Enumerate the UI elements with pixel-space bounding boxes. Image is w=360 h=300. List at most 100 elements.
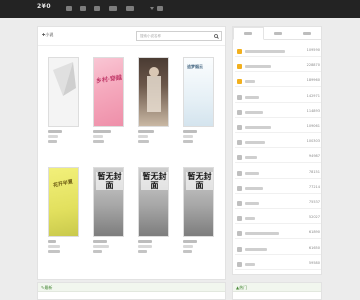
list-item[interactable]: 52027 [235, 214, 321, 225]
rank-book-name[interactable] [245, 156, 257, 160]
list-item[interactable]: 78151 [235, 169, 321, 179]
list-item[interactable]: 94987 [235, 153, 321, 164]
list-item[interactable]: 77214 [235, 184, 321, 194]
rank-book-name[interactable] [245, 95, 259, 99]
tab-label [302, 31, 311, 35]
list-item[interactable]: 109061 [235, 123, 321, 133]
rank-book-name[interactable] [245, 171, 259, 175]
rank-count: 94987 [308, 154, 320, 159]
rank-count: 189960 [306, 78, 320, 83]
book-title[interactable] [183, 130, 197, 133]
nav-item-4[interactable] [109, 6, 117, 11]
list-item[interactable]: 109590 [235, 47, 321, 57]
rank-book-name[interactable] [245, 186, 263, 190]
book-title[interactable] [138, 130, 154, 133]
list-item[interactable]: 228870 [235, 62, 321, 73]
nav-item-2[interactable] [80, 6, 86, 11]
tab-rank[interactable] [233, 27, 264, 40]
rank-count: 77214 [308, 184, 320, 189]
rank-count: 100303 [306, 139, 320, 144]
rank-book-name[interactable] [245, 247, 267, 251]
book-card[interactable] [138, 57, 178, 143]
chevron-down-icon [150, 7, 154, 10]
tab-favorites[interactable] [292, 27, 321, 39]
book-cover[interactable] [48, 57, 79, 127]
book-title[interactable] [183, 240, 197, 243]
cover-title: 乡村·穿越 [95, 74, 123, 85]
nav-item-1[interactable] [66, 6, 72, 11]
latest-panel-header: ✎最新 [38, 283, 225, 292]
book-cover[interactable] [138, 57, 169, 127]
book-title[interactable] [48, 240, 56, 243]
book-title[interactable] [48, 130, 62, 133]
book-card[interactable]: 花开半夏 [48, 167, 88, 253]
book-cover[interactable]: 暂无封面 [183, 167, 214, 237]
site-logo[interactable]: 2¥0 [37, 3, 51, 10]
book-meta [93, 250, 102, 253]
book-author [48, 135, 58, 138]
list-item[interactable]: 100303 [235, 138, 321, 149]
rank-badge [237, 216, 242, 222]
tab-label [244, 32, 253, 35]
list-item[interactable]: 189960 [235, 77, 321, 88]
list-item[interactable]: 61890 [235, 229, 321, 240]
rank-count: 114893 [306, 108, 320, 113]
tab-label [274, 31, 282, 35]
list-item[interactable]: 61650 [235, 245, 321, 255]
book-meta [138, 140, 149, 143]
book-meta [138, 250, 147, 253]
rank-book-name[interactable] [245, 50, 285, 53]
book-title[interactable] [138, 240, 152, 243]
rank-count: 61650 [308, 245, 320, 250]
rank-badge [237, 246, 242, 252]
book-cover[interactable]: 暂无封面 [138, 167, 169, 237]
latest-panel-title: ✎最新 [41, 285, 53, 290]
search-button[interactable] [211, 32, 221, 40]
list-item[interactable]: 75537 [235, 199, 321, 209]
book-card[interactable]: 暂无封面 [138, 167, 178, 253]
book-card[interactable]: 乡村·穿越 [93, 57, 133, 143]
book-cover[interactable]: 乡村·穿越 [93, 57, 124, 127]
nav-item-6[interactable] [157, 6, 163, 11]
rank-book-name[interactable] [245, 217, 255, 221]
rank-count: 75537 [308, 200, 320, 204]
book-meta [93, 140, 104, 143]
rank-book-name[interactable] [245, 202, 259, 205]
search-input[interactable]: 搜索小说名称 [140, 34, 161, 39]
tab-popular[interactable] [264, 27, 293, 39]
nav-item-5[interactable] [126, 6, 134, 11]
rank-count: 142971 [306, 93, 320, 98]
rank-book-name[interactable] [245, 65, 271, 69]
book-title[interactable] [93, 240, 107, 243]
book-title[interactable] [93, 130, 111, 133]
rank-book-name[interactable] [245, 80, 255, 84]
rank-badge [237, 79, 242, 85]
rank-book-name[interactable] [245, 262, 255, 266]
rank-book-name[interactable] [245, 110, 263, 114]
book-author [138, 245, 152, 248]
cover-title: 追梦烟云 [187, 64, 203, 69]
rank-count: 78151 [308, 169, 320, 174]
list-item[interactable]: 59580 [235, 260, 321, 270]
book-cover[interactable]: 花开半夏 [48, 167, 79, 237]
list-item[interactable]: 114893 [235, 108, 321, 118]
book-card[interactable]: 追梦烟云 [183, 57, 223, 143]
rank-count: 61890 [308, 230, 320, 235]
hot-panel: ▲热门 [232, 282, 322, 300]
rank-badge [237, 155, 242, 161]
book-card[interactable]: 暂无封面 [183, 167, 223, 253]
rank-badge [237, 261, 242, 267]
rank-book-name[interactable] [245, 232, 279, 236]
list-item[interactable]: 142971 [235, 93, 321, 103]
book-card[interactable] [48, 57, 88, 143]
book-author [48, 245, 60, 248]
book-cover[interactable]: 暂无封面 [93, 167, 124, 237]
book-cover[interactable]: 追梦烟云 [183, 57, 214, 127]
book-card[interactable]: 暂无封面 [93, 167, 133, 253]
book-author [138, 135, 148, 138]
rank-book-name[interactable] [245, 126, 271, 129]
rank-badge [237, 125, 242, 130]
nav-item-3[interactable] [94, 6, 100, 11]
book-meta [48, 140, 57, 143]
rank-book-name[interactable] [245, 141, 265, 145]
